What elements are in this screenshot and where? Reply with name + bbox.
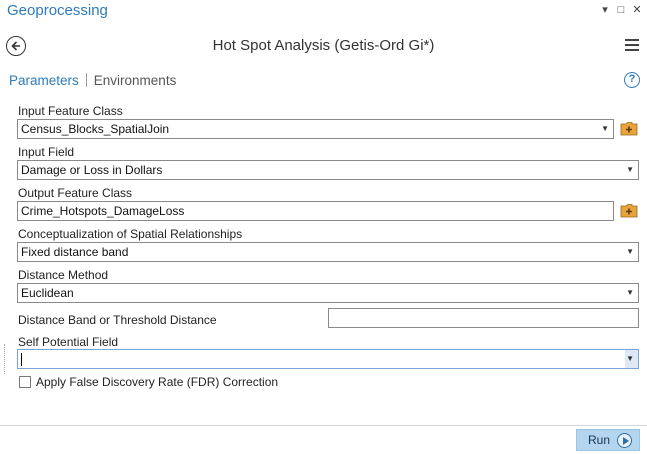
fdr-checkbox[interactable] [19,376,31,388]
output-feature-class-label: Output Feature Class [18,186,133,200]
run-label: Run [588,433,611,447]
close-icon[interactable]: ✕ [630,3,644,17]
chevron-down-icon: ▼ [626,288,634,297]
input-field-dropdown[interactable]: Damage or Loss in Dollars ▼ [17,160,639,180]
help-icon[interactable]: ? [624,72,640,88]
chevron-down-icon: ▼ [626,165,634,174]
input-feature-class-value: Census_Blocks_SpatialJoin [21,122,170,136]
input-field-label: Input Field [18,145,75,159]
hamburger-menu-icon[interactable] [625,39,639,51]
chevron-down-icon: ▼ [626,247,634,256]
self-potential-dropdown[interactable]: ▼ [17,349,639,369]
distance-band-input[interactable] [328,308,639,328]
self-potential-label: Self Potential Field [18,335,119,349]
run-button[interactable]: Run [576,429,640,451]
tab-divider [85,73,87,87]
conceptualization-value: Fixed distance band [21,245,129,259]
conceptualization-label: Conceptualization of Spatial Relationshi… [18,227,243,241]
fdr-label[interactable]: Apply False Discovery Rate (FDR) Correct… [36,375,278,389]
browse-folder-icon[interactable] [620,202,638,218]
tab-bar: Parameters Environments [9,73,176,91]
tool-title: Hot Spot Analysis (Getis-Ord Gi*) [212,37,435,54]
input-feature-class-dropdown[interactable]: Census_Blocks_SpatialJoin ▼ [17,119,614,139]
chevron-down-icon: ▼ [601,124,609,133]
distance-method-value: Euclidean [21,286,74,300]
output-feature-class-value: Crime_Hotspots_DamageLoss [21,204,185,218]
conceptualization-dropdown[interactable]: Fixed distance band ▼ [17,242,639,262]
chevron-down-icon: ▼ [626,354,634,363]
tab-parameters[interactable]: Parameters [9,73,79,88]
distance-method-dropdown[interactable]: Euclidean ▼ [17,283,639,303]
footer-divider [0,425,647,426]
play-icon [617,433,632,448]
text-cursor [21,353,22,367]
input-feature-class-label: Input Feature Class [18,104,123,118]
pin-dropdown-icon[interactable]: ▾ [598,3,612,17]
maximize-icon[interactable]: □ [614,3,628,17]
tab-environments[interactable]: Environments [94,73,177,88]
distance-method-label: Distance Method [18,268,109,282]
distance-band-label: Distance Band or Threshold Distance [18,313,217,327]
window-titlebar: Geoprocessing ▾ □ ✕ [0,0,647,24]
browse-folder-icon[interactable] [620,120,638,136]
focus-indicator [4,344,5,374]
tool-header: Hot Spot Analysis (Getis-Ord Gi*) [0,30,647,62]
output-feature-class-input[interactable]: Crime_Hotspots_DamageLoss [17,201,614,221]
window-title: Geoprocessing [7,2,108,19]
input-field-value: Damage or Loss in Dollars [21,163,163,177]
